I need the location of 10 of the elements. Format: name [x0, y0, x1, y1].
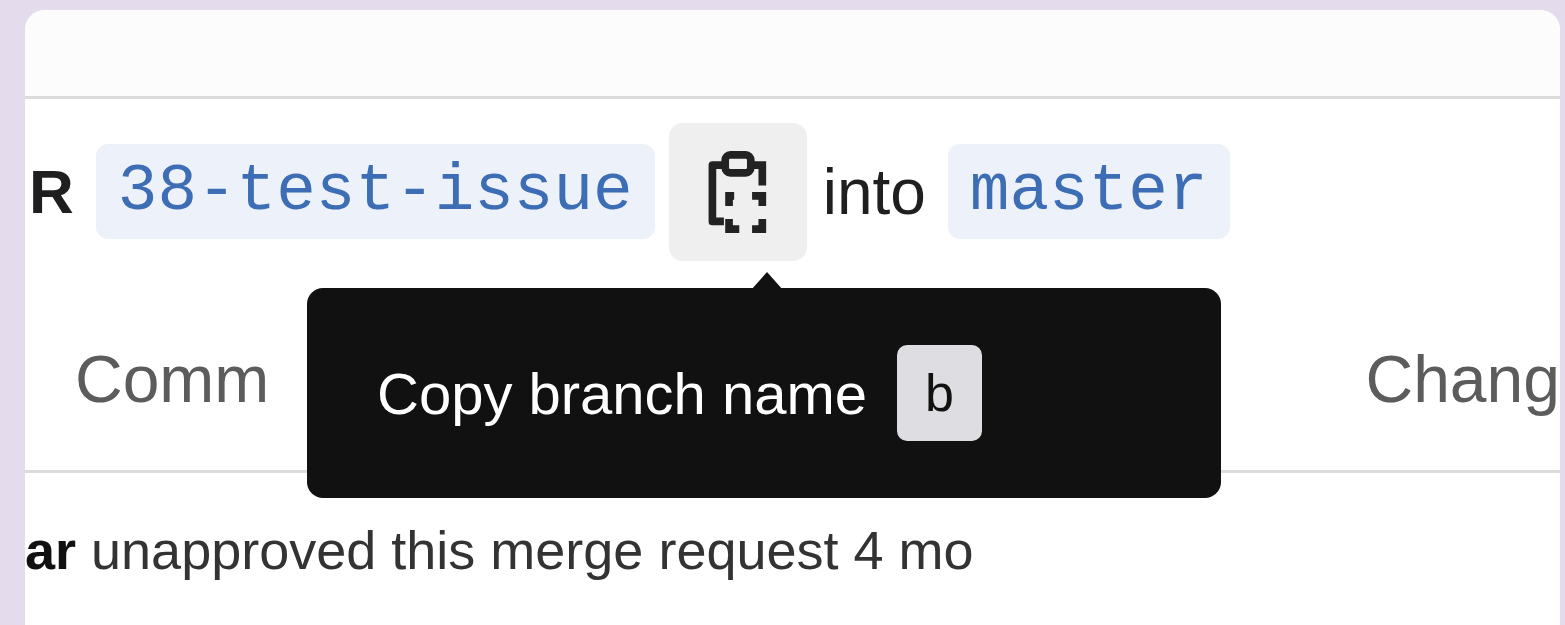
- target-branch-tag: master: [947, 144, 1230, 239]
- activity-text: ar unapproved this merge request 4 mo: [25, 519, 975, 581]
- keyboard-shortcut: b: [897, 345, 982, 441]
- title-text: R: [29, 156, 74, 227]
- copy-branch-button[interactable]: [668, 122, 807, 261]
- into-text: into: [822, 154, 926, 229]
- source-branch-tag: 38-test-issue: [95, 144, 655, 239]
- tab[interactable]: Comm: [75, 341, 270, 417]
- tooltip-text: Copy branch name: [377, 359, 868, 427]
- tab[interactable]: Chang: [1365, 341, 1560, 417]
